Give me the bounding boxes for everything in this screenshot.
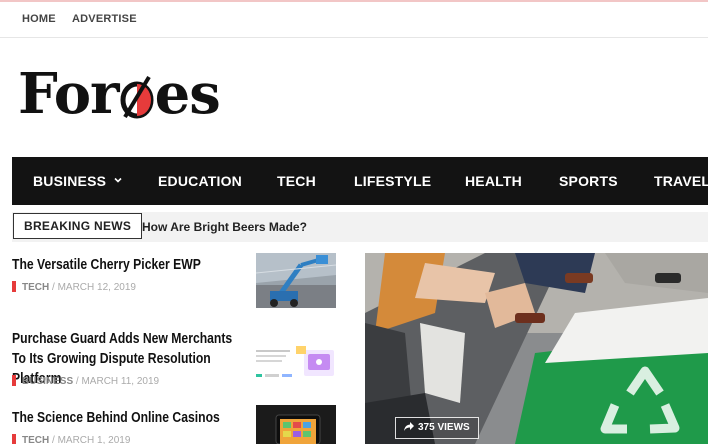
category-marker	[12, 281, 16, 292]
breaking-news-label: BREAKING NEWS	[13, 213, 143, 239]
nav-item-tech[interactable]: TECH	[277, 173, 316, 189]
post-meta: TECH / MARCH 12, 2019	[12, 281, 136, 293]
nav-item-travel[interactable]: TRAVEL	[654, 173, 708, 189]
post-meta: BUSINESS / MARCH 11, 2019	[12, 375, 159, 387]
meta-separator: /	[49, 282, 58, 293]
top-link-advertise[interactable]: ADVERTISE	[72, 13, 137, 25]
post-item: The Science Behind Online Casinos TECH /…	[12, 408, 282, 444]
top-bar: HOME ADVERTISE	[0, 0, 708, 38]
logo-text-right: es	[154, 61, 221, 127]
post-category[interactable]: TECH	[22, 435, 49, 444]
meta-separator: /	[49, 435, 58, 444]
post-category[interactable]: TECH	[22, 282, 49, 293]
post-thumbnail[interactable]	[256, 253, 336, 308]
logo-text-left: For	[18, 61, 120, 127]
views-count: 375 VIEWS	[418, 422, 470, 433]
breaking-news-headline[interactable]: How Are Bright Beers Made?	[142, 220, 307, 234]
post-category[interactable]: BUSINESS	[22, 376, 73, 387]
post-item: The Versatile Cherry Picker EWP TECH / M…	[12, 255, 282, 293]
post-date: MARCH 12, 2019	[57, 282, 136, 293]
post-title[interactable]: The Versatile Cherry Picker EWP	[12, 255, 239, 275]
site-logo[interactable]: For es	[18, 61, 221, 127]
share-icon	[404, 422, 414, 431]
views-badge: 375 VIEWS	[395, 417, 479, 439]
main-nav: BUSINESS EDUCATION TECH LIFESTYLE HEALTH…	[12, 157, 708, 205]
breaking-news-bar: BREAKING NEWS How Are Bright Beers Made?	[12, 212, 708, 242]
nav-item-lifestyle[interactable]: LIFESTYLE	[354, 173, 431, 189]
logo-mark-icon	[120, 68, 154, 119]
post-title[interactable]: The Science Behind Online Casinos	[12, 408, 239, 428]
chevron-down-icon	[114, 177, 122, 183]
nav-item-health[interactable]: HEALTH	[465, 173, 522, 189]
post-meta: TECH / MARCH 1, 2019	[12, 434, 130, 444]
category-marker	[12, 375, 16, 386]
nav-item-sports[interactable]: SPORTS	[559, 173, 618, 189]
category-marker	[12, 434, 16, 444]
post-date: MARCH 11, 2019	[81, 376, 160, 387]
post-date: MARCH 1, 2019	[57, 435, 131, 444]
post-thumbnail[interactable]	[256, 328, 336, 383]
post-thumbnail[interactable]	[256, 405, 336, 444]
hero-image[interactable]	[365, 253, 708, 444]
post-item: Purchase Guard Adds New Merchants To Its…	[12, 329, 282, 389]
nav-label: BUSINESS	[33, 173, 107, 189]
top-link-home[interactable]: HOME	[22, 13, 56, 25]
nav-item-education[interactable]: EDUCATION	[158, 173, 242, 189]
nav-item-business[interactable]: BUSINESS	[33, 173, 122, 189]
